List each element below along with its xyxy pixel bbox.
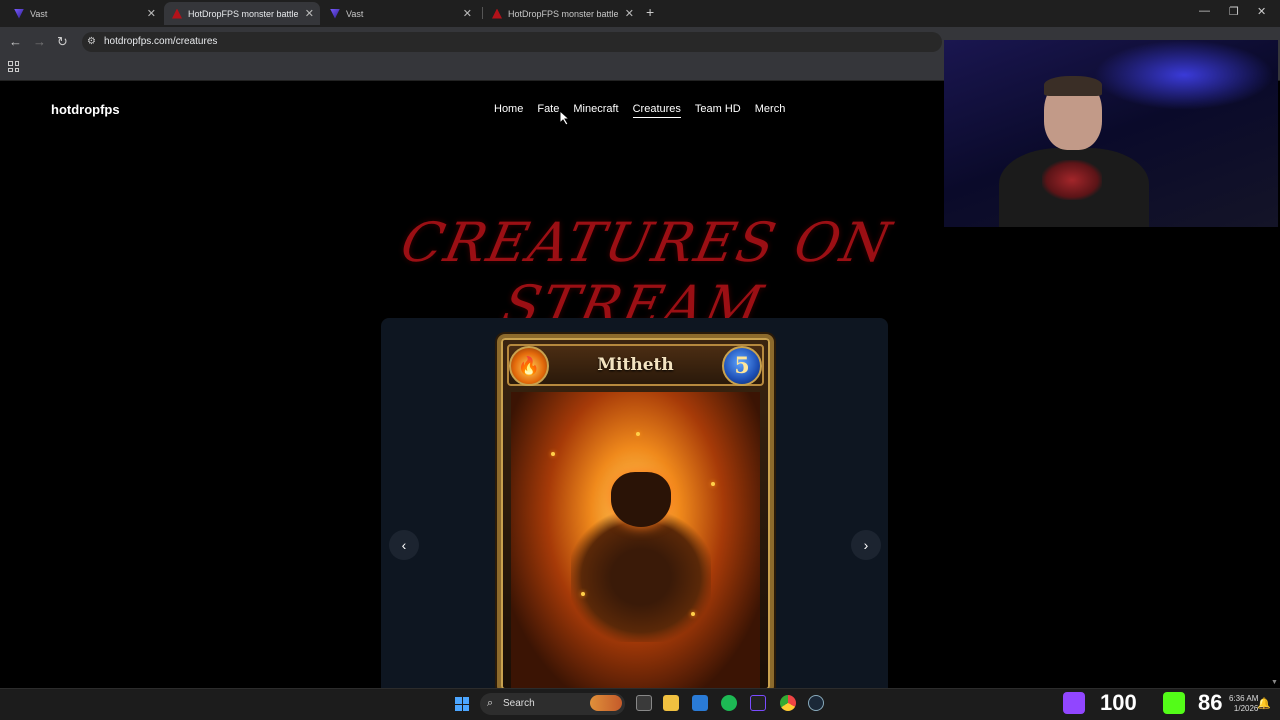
tab-title: Vast (30, 8, 48, 19)
creature-card[interactable]: Mitheth 🔥 5 (497, 334, 774, 688)
steam-icon[interactable] (808, 695, 824, 711)
site-nav: Home Fate Minecraft Creatures Team HD Me… (494, 103, 785, 118)
browser-tab-3[interactable]: Vast ✕ (322, 2, 478, 25)
webcam-overlay (944, 40, 1278, 227)
nav-merch[interactable]: Merch (755, 103, 786, 118)
vast-logo-icon (330, 8, 340, 19)
ember (581, 592, 585, 596)
notepad-icon[interactable] (692, 695, 708, 711)
nav-creatures[interactable]: Creatures (632, 103, 681, 118)
webcam-light (1094, 40, 1274, 110)
tab-title: HotDropFPS monster battle sty (508, 8, 618, 19)
tab-title: HotDropFPS monster battle sty (188, 8, 298, 19)
wolf-body (571, 512, 711, 642)
hud-fx-icon[interactable] (750, 695, 766, 711)
restore-icon[interactable]: ❐ (1229, 5, 1239, 18)
chrome-icon[interactable] (780, 695, 796, 711)
clock-date: 1/2026 (1233, 704, 1259, 713)
widgets-icon[interactable] (590, 695, 622, 711)
back-icon[interactable]: ← (9, 34, 22, 49)
mouse-cursor-icon (560, 111, 570, 125)
browser-tab-2[interactable]: HotDropFPS monster battle sty ✕ (164, 2, 320, 25)
ember (636, 432, 640, 436)
tab-divider (482, 7, 483, 19)
close-tab-icon[interactable]: ✕ (147, 7, 156, 20)
site-brand[interactable]: hotdropfps (51, 102, 120, 117)
twitch-counter: 100 (1100, 690, 1137, 715)
address-bar-url[interactable]: hotdropfps.com/creatures (104, 36, 217, 47)
nav-fate[interactable]: Fate (537, 103, 559, 118)
file-explorer-icon[interactable] (663, 695, 679, 711)
fire-icon: 🔥 (509, 346, 549, 386)
site-info-icon[interactable]: ⚙ (87, 36, 96, 47)
card-cost: 5 (722, 346, 762, 386)
hotdrop-logo-icon (492, 8, 502, 19)
kick-icon[interactable] (1163, 692, 1185, 714)
reload-icon[interactable]: ↻ (57, 34, 68, 50)
carousel-prev-button[interactable]: ‹ (389, 530, 419, 560)
twitch-icon[interactable] (1063, 692, 1085, 714)
nav-team-hd[interactable]: Team HD (695, 103, 741, 118)
close-window-icon[interactable]: ✕ (1257, 5, 1266, 18)
webcam-person-hair (1044, 76, 1102, 96)
wolf-head (611, 472, 671, 527)
tab-title: Vast (346, 8, 364, 19)
forward-icon[interactable]: → (33, 34, 46, 49)
ember (551, 452, 555, 456)
apps-grid-icon[interactable] (8, 61, 19, 72)
clock-time: 6:36 AM (1229, 694, 1259, 703)
close-tab-icon[interactable]: ✕ (463, 7, 472, 20)
nav-home[interactable]: Home (494, 103, 523, 118)
search-icon: ⌕ (487, 697, 494, 709)
close-tab-icon[interactable]: ✕ (305, 7, 314, 20)
ember (691, 612, 695, 616)
task-view-icon[interactable] (636, 695, 652, 711)
notification-bell-icon[interactable]: 🔔 (1257, 697, 1271, 710)
ember (711, 482, 715, 486)
spotify-icon[interactable] (721, 695, 737, 711)
taskbar-search-label: Search (503, 698, 535, 709)
minimize-icon[interactable]: — (1199, 5, 1210, 17)
hotdrop-logo-icon (172, 8, 182, 19)
scroll-down-icon[interactable]: ▼ (1271, 679, 1278, 686)
new-tab-icon[interactable]: + (646, 4, 654, 20)
nav-minecraft[interactable]: Minecraft (573, 103, 618, 118)
creature-art (511, 392, 760, 688)
webcam-shirt-graphic (1042, 160, 1102, 200)
close-tab-icon[interactable]: ✕ (625, 7, 634, 20)
taskbar-clock[interactable]: 6:36 AM 1/2026 (1229, 694, 1258, 714)
kick-counter: 86 (1198, 690, 1223, 715)
vast-logo-icon (14, 8, 24, 19)
browser-tab-4[interactable]: HotDropFPS monster battle sty ✕ (484, 2, 640, 25)
carousel-next-button[interactable]: › (851, 530, 881, 560)
browser-tab-1[interactable]: Vast ✕ (6, 2, 162, 25)
windows-start-icon[interactable] (455, 697, 469, 711)
